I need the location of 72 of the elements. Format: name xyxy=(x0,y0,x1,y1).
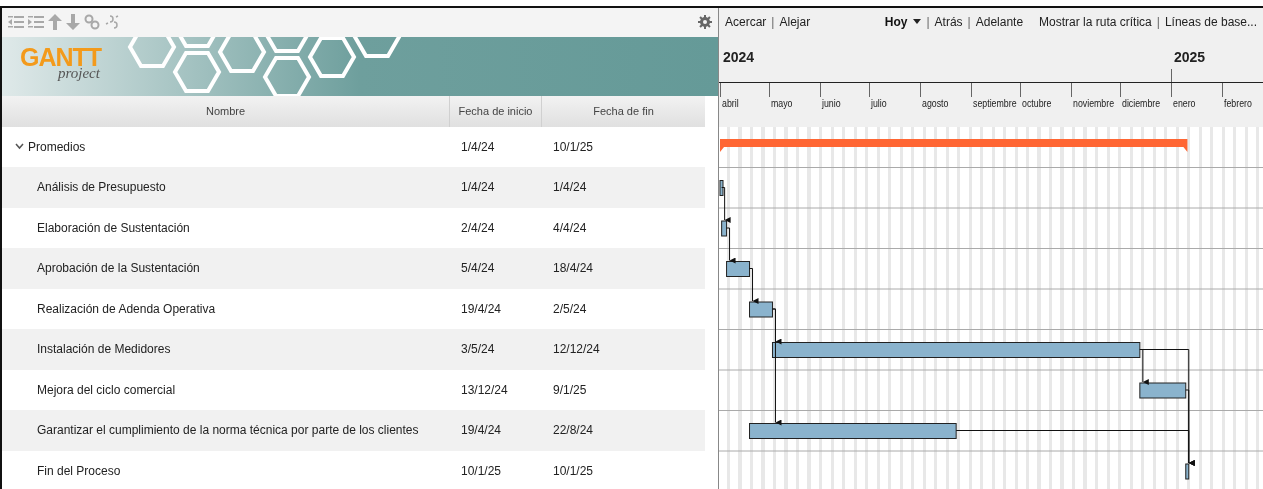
end-date: 10/1/25 xyxy=(552,139,595,154)
month-label: junio xyxy=(822,97,841,110)
start-date: 19/4/24 xyxy=(460,423,503,438)
end-date: 18/4/24 xyxy=(552,261,595,276)
task-bar[interactable] xyxy=(721,220,728,236)
start-date: 1/4/24 xyxy=(460,180,496,195)
task-name: Garantizar el cumplimiento de la norma técnica por parte de los clientes xyxy=(37,423,419,438)
task-row[interactable]: Análisis de Presupuesto 1/4/24 1/4/24 xyxy=(2,167,705,208)
task-bar[interactable] xyxy=(772,341,1141,358)
task-name: Fin del Proceso xyxy=(37,463,121,478)
summary-bar[interactable] xyxy=(720,138,1188,152)
dependency-arrow xyxy=(726,227,736,263)
column-header[interactable]: Fecha de inicio xyxy=(458,105,533,118)
task-bar[interactable] xyxy=(749,422,957,439)
month-label: agosto xyxy=(922,97,949,110)
end-date: 2/5/24 xyxy=(552,301,588,316)
logo: GANTT project xyxy=(20,44,102,81)
end-date: 22/8/24 xyxy=(552,423,595,438)
month-label: octubre xyxy=(1022,97,1052,110)
start-date: 2/4/24 xyxy=(460,220,496,235)
task-name: Elaboración de Sustentación xyxy=(37,220,190,235)
task-name: Instalación de Medidores xyxy=(37,342,171,357)
start-date: 10/1/25 xyxy=(460,463,503,478)
task-row[interactable]: Garantizar el cumplimiento de la norma técnica por parte de los clientes 19/4/24 22/8/24 xyxy=(2,410,705,451)
separator: | xyxy=(926,15,930,30)
month-label: abril xyxy=(722,97,739,110)
task-name: Mejora del ciclo comercial xyxy=(37,382,176,397)
separator: | xyxy=(771,15,775,30)
task-name: Aprobación de la Sustentación xyxy=(37,261,200,276)
view-link[interactable]: Mostrar la ruta crítica xyxy=(1039,15,1152,30)
zoom-link[interactable]: Acercar xyxy=(725,15,767,30)
caret-icon[interactable] xyxy=(913,19,922,26)
separator: | xyxy=(967,15,971,30)
column-header[interactable]: Fecha de fin xyxy=(593,105,654,118)
year-label: 2025 xyxy=(1174,48,1206,65)
month-label: mayo xyxy=(771,97,793,110)
chevron-down-icon[interactable] xyxy=(15,143,24,151)
month-label: diciembre xyxy=(1122,97,1161,110)
year-label: 2024 xyxy=(723,48,755,65)
nav-link[interactable]: Adelante xyxy=(975,15,1024,30)
task-name: Análisis de Presupuesto xyxy=(37,180,166,195)
month-label: febrero xyxy=(1223,97,1252,110)
start-date: 19/4/24 xyxy=(460,301,503,316)
end-date: 10/1/25 xyxy=(552,463,595,478)
month-label: noviembre xyxy=(1072,97,1115,110)
task-name: Promedios xyxy=(28,139,86,154)
task-bar[interactable] xyxy=(719,179,724,196)
task-bar[interactable] xyxy=(726,260,750,277)
settings-icon[interactable] xyxy=(698,15,712,30)
view-link[interactable]: Líneas de base... xyxy=(1164,15,1257,30)
task-row[interactable]: Aprobación de la Sustentación 5/4/24 18/4/24 xyxy=(2,248,705,289)
zoom-link[interactable]: Alejar xyxy=(779,15,811,30)
nav-link[interactable]: Atrás xyxy=(934,15,963,30)
dependency-arrow xyxy=(721,186,731,223)
end-date: 1/4/24 xyxy=(552,180,588,195)
start-date: 3/5/24 xyxy=(460,342,496,357)
month-label: julio xyxy=(871,97,887,110)
task-bar[interactable] xyxy=(749,301,773,317)
start-date: 1/4/24 xyxy=(460,139,496,154)
task-name: Realización de Adenda Operativa xyxy=(37,301,216,316)
dependency-arrow xyxy=(749,267,759,304)
end-date: 4/4/24 xyxy=(552,220,588,235)
today-link[interactable]: Hoy xyxy=(884,15,908,30)
month-label: enero xyxy=(1173,97,1196,110)
start-date: 5/4/24 xyxy=(460,261,496,276)
separator: | xyxy=(1156,15,1160,30)
end-date: 12/12/24 xyxy=(552,342,601,357)
end-date: 9/1/25 xyxy=(552,382,588,397)
month-label: septiembre xyxy=(972,97,1017,110)
column-header[interactable]: Nombre xyxy=(205,105,246,118)
task-row[interactable]: Instalación de Medidores 3/5/24 12/12/24 xyxy=(2,329,705,370)
start-date: 13/12/24 xyxy=(460,382,509,397)
